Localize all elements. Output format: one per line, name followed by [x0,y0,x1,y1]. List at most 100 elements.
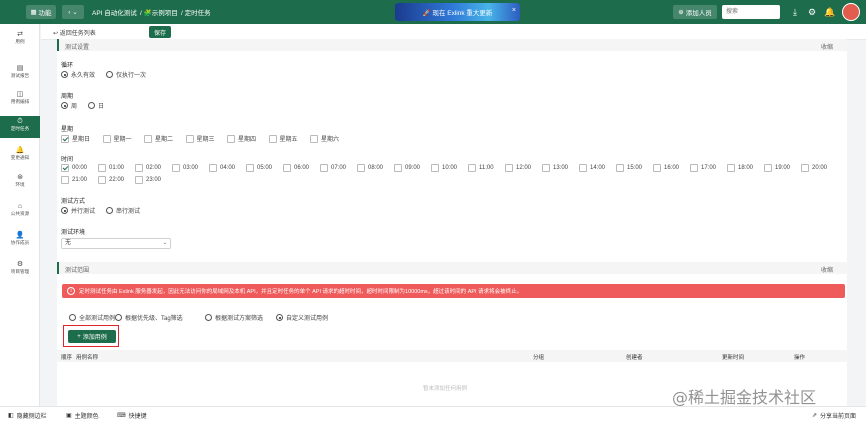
checkbox [209,164,217,172]
sidebar-item-project-settings[interactable]: ⚙ 项目管理 [0,260,40,282]
time-option-1500[interactable]: 15:00 [616,164,642,172]
time-option-1000[interactable]: 10:00 [431,164,457,172]
add-member-button[interactable]: ⊕ 添加人员 [673,5,717,19]
environment-icon: ⊛ [17,174,23,181]
time-option-0900[interactable]: 09:00 [394,164,420,172]
time-option-0300[interactable]: 03:00 [172,164,198,172]
close-icon[interactable]: × [512,7,516,14]
download-icon[interactable]: ⤓ [789,6,801,18]
time-option-1200[interactable]: 12:00 [505,164,531,172]
add-case-button[interactable]: + 添加用例 [68,330,116,343]
checkbox [310,134,318,143]
sidebar-item-orchestration[interactable]: ◫ 用例编排 [0,90,40,112]
scope-custom-cases[interactable]: 自定义测试用例 [276,313,328,322]
sidebar-item-reports[interactable]: ▤ 测试报告 [0,64,40,86]
task-toolbar: ↩ 返回任务列表 保存 [41,24,866,40]
time-option-1100[interactable]: 11:00 [468,164,494,172]
bell-icon: 🔔 [15,147,25,154]
case-table-header: 顺序 用例名称 分组 创建者 更新时间 操作 [57,350,847,362]
timeout-alert: i 定时测试任务由 Exlink 服务器发起，因此无法访问你的局域网及本机 API… [62,284,845,298]
mode-option-parallel[interactable]: 并行测试 [61,206,95,215]
collapse-toggle[interactable]: 收缩 [821,42,833,51]
theme-color-button[interactable]: ▣ 主题颜色 [66,411,99,420]
checkbox [394,164,402,172]
checkbox [144,134,152,143]
checkbox [616,164,624,172]
scope-by-priority-tag[interactable]: 根据优先级、Tag筛选 [115,313,183,322]
sidebar: ⇄ 用例 ▤ 测试报告 ◫ 用例编排 ⏱ 定时任务 🔔 变更通知 ⊛ 环境 ⌂ 公共资源 👤 协… [0,24,40,406]
weekday-option-thu[interactable]: 星期四 [227,134,256,143]
collapse-toggle[interactable]: 收缩 [821,265,833,274]
time-option-1900[interactable]: 19:00 [764,164,790,172]
time-option-2300[interactable]: 23:00 [135,176,161,184]
loop-option-once[interactable]: 仅执行一次 [106,70,146,79]
sidebar-item-shared-resources[interactable]: ⌂ 公共资源 [0,202,40,224]
share-page-button[interactable]: ⇗ 分享当前页面 [812,411,856,420]
shortcuts-button[interactable]: ⌨ 快捷键 [117,411,147,420]
sidebar-item-cases[interactable]: ⇄ 用例 [0,30,40,52]
checkbox [61,134,69,143]
period-option-week[interactable]: 周 [61,101,77,110]
time-option-0700[interactable]: 07:00 [320,164,346,172]
radio-checked [61,71,68,78]
weekday-option-mon[interactable]: 星期一 [102,134,132,143]
time-option-2200[interactable]: 22:00 [98,176,124,184]
sidebar-item-notifications[interactable]: 🔔 变更通知 [0,146,40,168]
weekday-option-wed[interactable]: 星期三 [185,134,215,143]
menu-button[interactable]: ▦ 功能 [26,5,56,19]
radio [106,207,113,214]
radio [106,71,113,78]
time-option-1300[interactable]: 13:00 [542,164,568,172]
sidebar-item-environment[interactable]: ⊛ 环境 [0,173,40,195]
weekday-option-fri[interactable]: 星期五 [268,134,298,143]
breadcrumb-api-test[interactable]: API 自动化测试 [92,7,137,17]
sidebar-item-scheduled-tasks[interactable]: ⏱ 定时任务 [0,116,40,138]
back-to-task-list[interactable]: ↩ 返回任务列表 [53,28,96,37]
nav-back-button[interactable]: ‹ ⌄ [62,5,84,19]
test-env-select[interactable]: 无 ⌄ [61,238,171,249]
period-option-day[interactable]: 日 [88,101,104,110]
settings-icon[interactable]: ⚙ [806,6,818,18]
breadcrumb-project[interactable]: / 🧩示例项目 [140,7,178,17]
save-button[interactable]: 保存 [149,26,171,38]
time-option-2000[interactable]: 20:00 [801,164,827,172]
hide-sidebar-button[interactable]: ◧ 隐藏侧边栏 [8,411,47,420]
weekday-option-sun[interactable]: 星期日 [61,134,90,143]
user-plus-icon: ⊕ [678,9,684,16]
time-option-1400[interactable]: 14:00 [579,164,605,172]
checkbox [98,164,106,172]
checkbox [172,164,180,172]
loop-option-forever[interactable]: 永久有效 [61,70,95,79]
time-option-0400[interactable]: 04:00 [209,164,235,172]
weekday-option-sat[interactable]: 星期六 [310,134,339,143]
checkbox [727,164,735,172]
checkbox [227,134,235,143]
time-option-0500[interactable]: 05:00 [246,164,272,172]
promo-banner[interactable]: 🚀 现在 Exlink 重大更新 × [395,3,520,21]
scope-all-cases[interactable]: 全部测试用例 [69,313,115,322]
mode-option-serial[interactable]: 串行测试 [106,206,140,215]
share-icon: ⇗ [812,413,818,419]
time-option-0200[interactable]: 02:00 [135,164,161,172]
notification-icon[interactable]: 🔔 [824,6,836,18]
sidebar-item-members[interactable]: 👤 协作成员 [0,231,40,253]
time-option-1600[interactable]: 16:00 [653,164,679,172]
scope-by-test-plan[interactable]: 根据测试方案筛选 [205,313,263,322]
time-option-0600[interactable]: 06:00 [283,164,309,172]
info-icon: i [67,287,75,295]
test-env-label: 测试环境 [61,230,86,236]
checkbox [690,164,698,172]
column-creator: 创建者 [626,355,643,361]
layout-icon: ◫ [16,91,24,98]
checkbox [283,164,291,172]
weekday-option-tue[interactable]: 星期二 [144,134,173,143]
avatar[interactable] [842,3,860,21]
time-option-1800[interactable]: 18:00 [727,164,753,172]
time-option-2100[interactable]: 21:00 [61,176,87,184]
time-option-1700[interactable]: 17:00 [690,164,716,172]
time-option-0000[interactable]: 00:00 [61,164,87,172]
time-option-0800[interactable]: 08:00 [357,164,383,172]
time-option-0100[interactable]: 01:00 [98,164,124,172]
clock-icon: ⏱ [17,118,23,125]
search-input[interactable] [722,5,780,19]
